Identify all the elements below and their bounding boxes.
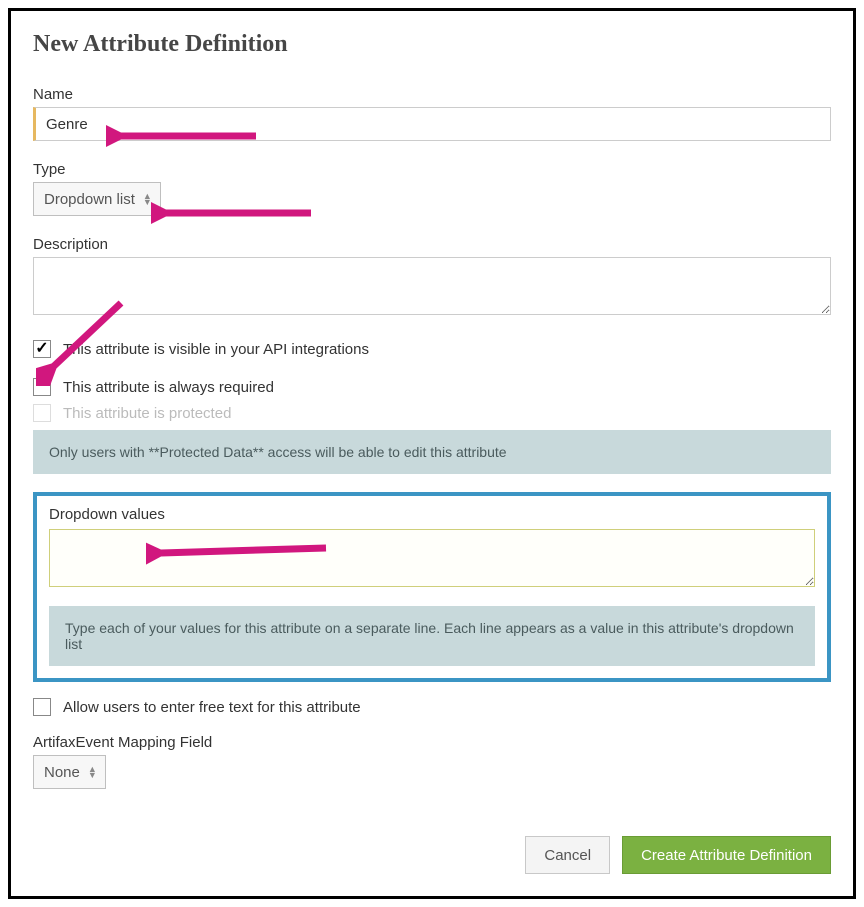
form-actions: Cancel Create Attribute Definition: [525, 836, 831, 874]
mapping-label: ArtifaxEvent Mapping Field: [33, 734, 831, 751]
always-required-label: This attribute is always required: [63, 379, 274, 396]
cancel-button[interactable]: Cancel: [525, 836, 610, 874]
chevron-updown-icon: ▲▼: [88, 766, 97, 778]
mapping-field-group: ArtifaxEvent Mapping Field None ▲▼: [33, 734, 831, 789]
dropdown-values-textarea[interactable]: [49, 529, 815, 587]
type-field-group: Type Dropdown list ▲▼: [33, 161, 831, 216]
protected-label: This attribute is protected: [63, 405, 231, 422]
chevron-updown-icon: ▲▼: [143, 193, 152, 205]
api-visible-checkbox[interactable]: [33, 340, 51, 358]
dropdown-values-section: Dropdown values Type each of your values…: [33, 492, 831, 682]
mapping-select[interactable]: None ▲▼: [33, 755, 106, 789]
free-text-label: Allow users to enter free text for this …: [63, 699, 361, 716]
type-label: Type: [33, 161, 831, 178]
type-select[interactable]: Dropdown list ▲▼: [33, 182, 161, 216]
api-visible-label: This attribute is visible in your API in…: [63, 341, 369, 358]
form-container: New Attribute Definition Name Type Dropd…: [8, 8, 856, 899]
always-required-checkbox[interactable]: [33, 378, 51, 396]
name-field-group: Name: [33, 86, 831, 141]
page-title: New Attribute Definition: [33, 31, 831, 58]
name-input[interactable]: [33, 107, 831, 141]
description-field-group: Description: [33, 236, 831, 320]
free-text-row[interactable]: Allow users to enter free text for this …: [33, 698, 831, 716]
description-textarea[interactable]: [33, 257, 831, 315]
always-required-row[interactable]: This attribute is always required: [33, 378, 831, 396]
dropdown-values-label: Dropdown values: [49, 506, 815, 523]
type-select-value: Dropdown list: [44, 191, 135, 208]
name-label: Name: [33, 86, 831, 103]
mapping-select-value: None: [44, 764, 80, 781]
protected-info-banner: Only users with **Protected Data** acces…: [33, 430, 831, 474]
dropdown-values-hint: Type each of your values for this attrib…: [49, 606, 815, 666]
protected-row: This attribute is protected: [33, 404, 831, 422]
submit-button[interactable]: Create Attribute Definition: [622, 836, 831, 874]
free-text-checkbox[interactable]: [33, 698, 51, 716]
api-visible-row[interactable]: This attribute is visible in your API in…: [33, 340, 831, 358]
protected-checkbox: [33, 404, 51, 422]
description-label: Description: [33, 236, 831, 253]
